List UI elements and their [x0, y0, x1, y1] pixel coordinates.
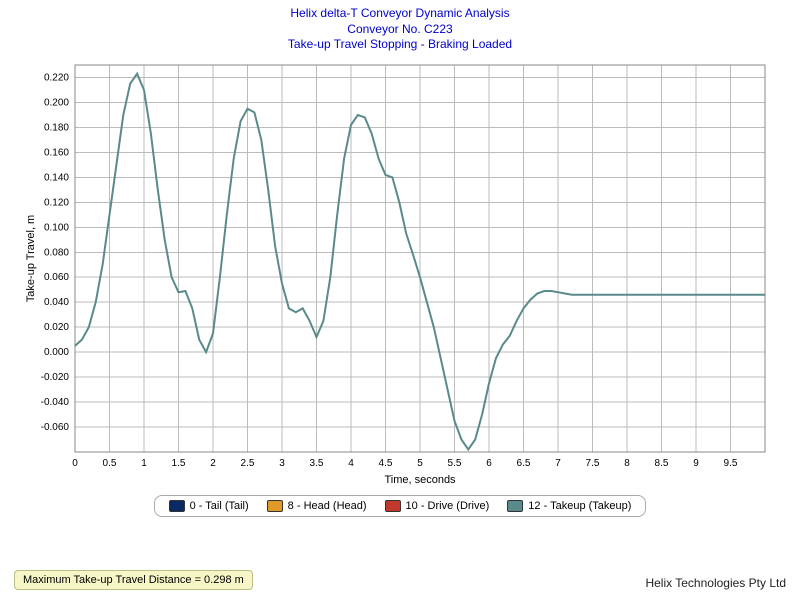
legend-item: 10 - Drive (Drive): [385, 500, 490, 512]
legend-container: 0 - Tail (Tail) 8 - Head (Head) 10 - Drive…: [0, 495, 800, 517]
svg-text:5.5: 5.5: [448, 458, 462, 469]
svg-text:7.5: 7.5: [586, 458, 600, 469]
svg-text:0.220: 0.220: [44, 72, 69, 83]
svg-text:-0.060: -0.060: [41, 422, 70, 433]
title-line-1: Helix delta-T Conveyor Dynamic Analysis: [0, 6, 800, 22]
svg-text:4.5: 4.5: [379, 458, 393, 469]
svg-text:7: 7: [555, 458, 561, 469]
chart-titles: Helix delta-T Conveyor Dynamic Analysis …: [0, 0, 800, 53]
svg-text:8: 8: [624, 458, 630, 469]
legend-swatch: [169, 500, 185, 512]
svg-text:0.180: 0.180: [44, 122, 69, 133]
svg-text:1: 1: [141, 458, 147, 469]
svg-text:3.5: 3.5: [310, 458, 324, 469]
svg-text:2: 2: [210, 458, 216, 469]
svg-text:6: 6: [486, 458, 492, 469]
title-line-3: Take-up Travel Stopping - Braking Loaded: [0, 37, 800, 53]
svg-text:8.5: 8.5: [655, 458, 669, 469]
svg-text:0.5: 0.5: [103, 458, 117, 469]
legend-label: 10 - Drive (Drive): [406, 500, 490, 512]
legend-label: 0 - Tail (Tail): [190, 500, 249, 512]
y-axis-label: Take-up Travel, m: [25, 215, 37, 302]
svg-text:3: 3: [279, 458, 285, 469]
svg-text:4: 4: [348, 458, 354, 469]
x-axis-label: Time, seconds: [384, 474, 456, 486]
brand-label: Helix Technologies Pty Ltd: [645, 576, 786, 590]
max-travel-status: Maximum Take-up Travel Distance = 0.298 …: [14, 570, 253, 590]
svg-text:9.5: 9.5: [724, 458, 738, 469]
svg-text:9: 9: [693, 458, 699, 469]
svg-text:0.060: 0.060: [44, 272, 69, 283]
svg-text:0.000: 0.000: [44, 347, 69, 358]
svg-text:0.020: 0.020: [44, 322, 69, 333]
svg-text:1.5: 1.5: [172, 458, 186, 469]
svg-text:0.140: 0.140: [44, 172, 69, 183]
svg-text:0.120: 0.120: [44, 197, 69, 208]
svg-text:0.100: 0.100: [44, 222, 69, 233]
svg-text:0.200: 0.200: [44, 97, 69, 108]
chart-area: 0 0.5 1 1.5 2 2.5 3 3.5 4 4.5 5 5.5 6 6.5 7 7.5 8 8.5 9 9.5…: [20, 57, 780, 487]
svg-text:0.040: 0.040: [44, 297, 69, 308]
svg-text:0: 0: [72, 458, 78, 469]
svg-text:-0.040: -0.040: [41, 397, 70, 408]
legend-swatch: [385, 500, 401, 512]
legend: 0 - Tail (Tail) 8 - Head (Head) 10 - Drive…: [154, 495, 647, 517]
legend-item: 0 - Tail (Tail): [169, 500, 249, 512]
svg-text:0.160: 0.160: [44, 147, 69, 158]
svg-text:6.5: 6.5: [517, 458, 531, 469]
title-line-2: Conveyor No. C223: [0, 22, 800, 38]
legend-swatch: [267, 500, 283, 512]
svg-text:5: 5: [417, 458, 423, 469]
legend-swatch: [507, 500, 523, 512]
legend-label: 8 - Head (Head): [288, 500, 367, 512]
chart-svg: 0 0.5 1 1.5 2 2.5 3 3.5 4 4.5 5 5.5 6 6.5 7 7.5 8 8.5 9 9.5…: [20, 57, 780, 487]
legend-item: 12 - Takeup (Takeup): [507, 500, 631, 512]
svg-text:-0.020: -0.020: [41, 372, 70, 383]
legend-item: 8 - Head (Head): [267, 500, 367, 512]
svg-text:2.5: 2.5: [241, 458, 255, 469]
legend-label: 12 - Takeup (Takeup): [528, 500, 631, 512]
svg-text:0.080: 0.080: [44, 247, 69, 258]
status-bar: Maximum Take-up Travel Distance = 0.298 …: [14, 570, 253, 590]
